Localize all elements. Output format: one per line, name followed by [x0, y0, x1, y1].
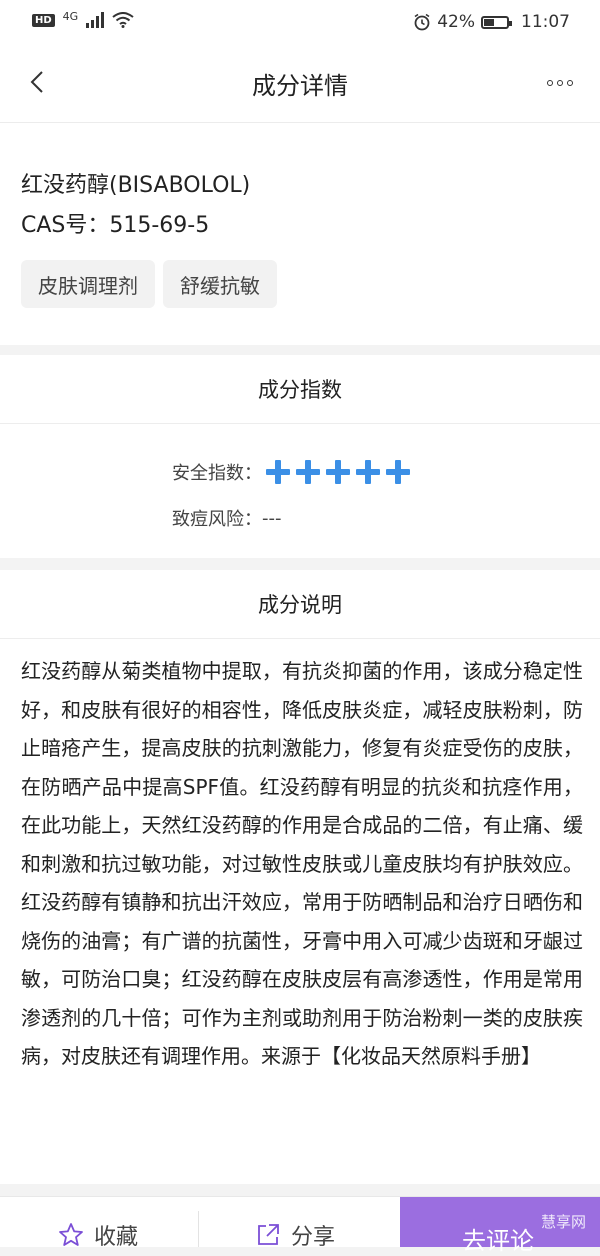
status-left: HD 4G: [32, 9, 134, 28]
share-icon: [258, 1224, 279, 1245]
ingredient-info-card: 红没药醇(BISABOLOL) CAS号：515-69-5 皮肤调理剂 舒缓抗敏: [0, 123, 600, 345]
tag-soothing[interactable]: 舒缓抗敏: [163, 260, 277, 308]
tag-list: 皮肤调理剂 舒缓抗敏: [21, 260, 277, 308]
battery-percent: 42%: [437, 12, 475, 32]
hd-badge: HD: [32, 13, 55, 27]
safety-index-label: 安全指数：: [172, 463, 262, 484]
more-dot-icon: [547, 80, 553, 86]
comment-label: 去评论: [462, 1227, 534, 1255]
acne-risk-row: 致痘风险： ---: [172, 505, 282, 531]
battery-icon: [481, 15, 512, 29]
acne-risk-value: ---: [262, 507, 282, 529]
description-section-title: 成分说明: [0, 570, 600, 639]
watermark: 慧享网: [540, 1213, 586, 1231]
safety-index-row: 安全指数：: [172, 459, 416, 485]
status-right: 42% 11:07: [413, 12, 570, 32]
favorite-button[interactable]: 收藏: [58, 1219, 138, 1251]
favorite-label: 收藏: [94, 1225, 139, 1250]
comment-button[interactable]: 去评论 慧享网: [400, 1197, 600, 1255]
plus-icon: [266, 460, 290, 484]
plus-icon: [326, 460, 350, 484]
more-button[interactable]: [540, 68, 580, 98]
wifi-icon: [112, 12, 134, 28]
plus-icon: [356, 460, 380, 484]
index-section-title: 成分指数: [0, 355, 600, 424]
divider: [198, 1211, 199, 1247]
share-label: 分享: [291, 1225, 336, 1250]
bottom-action-bar: 收藏 分享 去评论 慧享网: [0, 1196, 600, 1255]
plus-icon: [386, 460, 410, 484]
clock: 11:07: [521, 12, 570, 32]
ingredient-name: 红没药醇(BISABOLOL): [21, 173, 251, 198]
description-text: 红没药醇从菊类植物中提取，有抗炎抑菌的作用，该成分稳定性好，和皮肤有很好的相容性…: [21, 659, 583, 1068]
cas-number: CAS号：515-69-5: [21, 213, 210, 238]
safety-rating: [266, 460, 416, 484]
ingredient-description-card: 成分说明 红没药醇从菊类植物中提取，有抗炎抑菌的作用，该成分稳定性好，和皮肤有很…: [0, 570, 600, 1184]
signal-icon: [86, 12, 105, 28]
star-icon: [59, 1223, 83, 1246]
more-dot-icon: [567, 80, 573, 86]
share-button[interactable]: 分享: [255, 1219, 335, 1251]
alarm-icon: [414, 13, 430, 31]
page-title: 成分详情: [252, 72, 348, 100]
plus-icon: [296, 460, 320, 484]
network-type: 4G: [62, 9, 79, 23]
acne-risk-label: 致痘风险：: [172, 509, 262, 530]
status-bar: HD 4G 42% 11:07: [0, 0, 600, 46]
nav-bar: 成分详情: [0, 46, 600, 123]
more-dot-icon: [557, 80, 563, 86]
ingredient-index-card: 成分指数 安全指数： 致痘风险： ---: [0, 355, 600, 558]
tag-skin-conditioning[interactable]: 皮肤调理剂: [21, 260, 155, 308]
